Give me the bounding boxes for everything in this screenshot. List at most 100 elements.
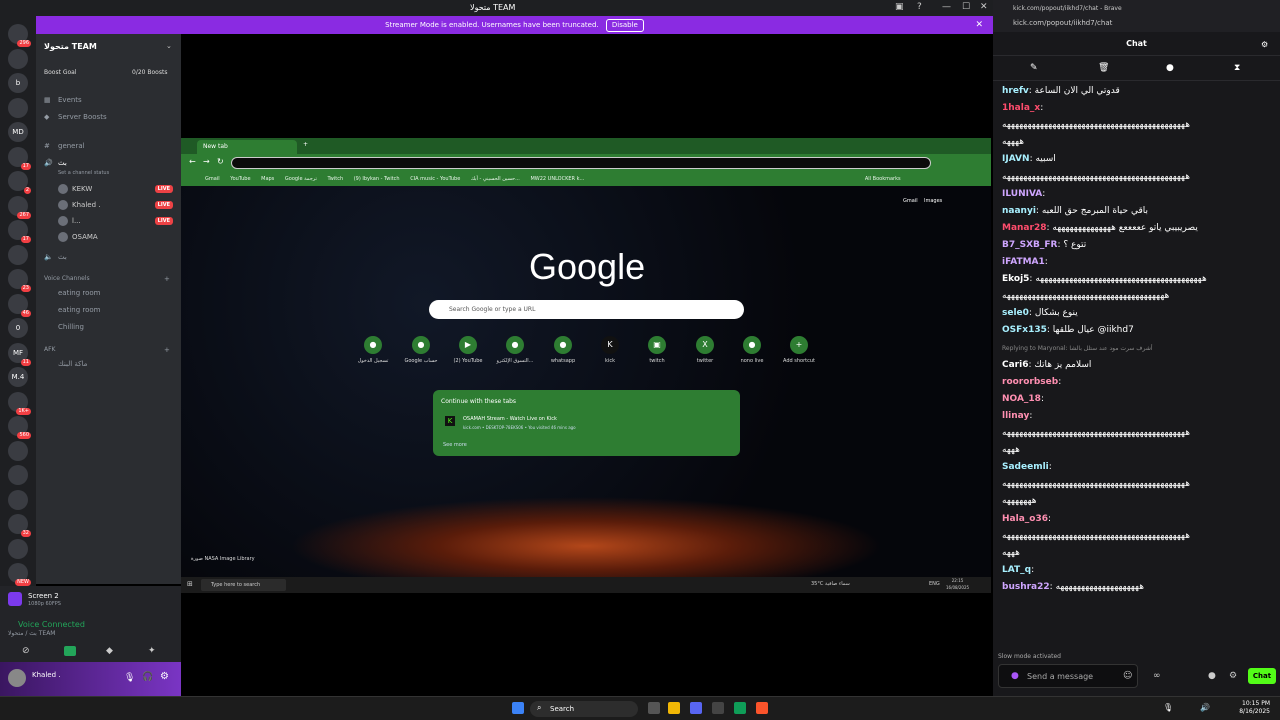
voice-channel[interactable]: eating room [58, 289, 101, 297]
chat-message[interactable]: Ekoj5: ههههههههههههههههههههههههههههههههه… [1002, 274, 1272, 284]
chevron-down-icon[interactable]: ⌄ [166, 42, 172, 50]
chat-message[interactable]: هههه [1002, 445, 1272, 455]
camera-off-icon[interactable]: ⊘ [22, 646, 36, 656]
shortcut[interactable]: ● nono live [732, 336, 772, 364]
add-channel-icon[interactable]: + [164, 346, 170, 354]
shortcut[interactable]: ▣ twitch [637, 336, 677, 364]
continue-item[interactable]: OSAMAH Stream - Watch Live on Kick [463, 416, 557, 422]
volume-icon[interactable]: 🔊 [1200, 703, 1210, 712]
image-credit[interactable]: صورة NASA Image Library [191, 556, 255, 562]
server-icon[interactable]: MF 11 [8, 342, 31, 366]
forward-icon[interactable]: → [203, 157, 210, 166]
shortcut[interactable]: ● التسوق الإلكترو... [495, 336, 535, 364]
disable-button[interactable]: Disable [605, 19, 644, 32]
close-icon[interactable]: ✕ [980, 2, 988, 12]
chat-username[interactable]: Hala_o36 [1002, 514, 1048, 524]
chat-message[interactable]: ILUNIVA: [1002, 189, 1272, 199]
chat-message[interactable]: NOA_18: [1002, 394, 1272, 404]
app-icon[interactable] [712, 702, 724, 714]
afk-category[interactable]: AFK [44, 346, 56, 353]
server-icon[interactable] [8, 97, 28, 118]
chat-message[interactable]: Hala_o36: [1002, 514, 1272, 524]
chat-message[interactable]: Cari6: اسلامم يز هاتك [1002, 360, 1272, 370]
server-icon[interactable] [8, 48, 28, 69]
member-row[interactable]: KEKW [58, 184, 92, 194]
chat-username[interactable]: NOA_18 [1002, 394, 1041, 404]
server-icon[interactable]: 0 [8, 318, 28, 338]
back-icon[interactable]: ← [189, 157, 196, 166]
chat-message[interactable]: hrefv: قدوتي الي الان الساعة [1002, 86, 1272, 96]
shortcut[interactable]: ● whatsapp [543, 336, 583, 364]
bookmark[interactable]: Maps [261, 172, 274, 186]
all-bookmarks[interactable]: All Bookmarks [865, 172, 901, 186]
chat-message[interactable]: roororbseb: [1002, 377, 1272, 387]
voice-channel[interactable]: Chilling [58, 323, 84, 331]
chat-username[interactable]: bushra22 [1002, 582, 1050, 592]
send-chat-button[interactable]: Chat [1248, 668, 1276, 684]
discord-icon[interactable] [690, 702, 702, 714]
chat-username[interactable]: hrefv [1002, 86, 1029, 96]
close-banner-icon[interactable]: ✕ [975, 16, 983, 34]
events-link[interactable]: Events [58, 96, 82, 104]
username[interactable]: Khaled . [32, 671, 60, 679]
chat-message[interactable]: هههههههه [1002, 496, 1272, 506]
mic-icon[interactable]: 🎙 [1163, 703, 1173, 712]
chat-message[interactable]: Replying to Maryonal: أشرف سرت مود عند س… [1002, 343, 1272, 353]
bookmark[interactable]: Gmail [205, 172, 220, 186]
server-icon[interactable]: 1K+ [8, 391, 31, 415]
bookmark[interactable]: MW22 UNLOCKER k... [530, 172, 584, 186]
server-icon[interactable]: M.4 [8, 367, 28, 387]
server-icon[interactable]: 2 [8, 171, 31, 194]
chat-username[interactable]: naanyi [1002, 206, 1036, 216]
chat-message[interactable]: هههه [1002, 548, 1272, 558]
help-icon[interactable]: ? [917, 2, 922, 12]
start-icon[interactable] [512, 702, 524, 714]
emoji-icon[interactable]: ☺ [1123, 671, 1132, 681]
chat-username[interactable]: iFATMA1 [1002, 257, 1045, 267]
pin-icon[interactable]: ✎ [1030, 63, 1038, 73]
bookmark[interactable]: Google ترجمة [285, 172, 317, 186]
shortcut[interactable]: Xtwitter [685, 336, 725, 364]
server-icon[interactable]: 23 [8, 269, 31, 292]
server-icon[interactable]: NEW [8, 563, 31, 586]
chat-message[interactable]: هههههههههههههههههههههههههههههههههههههههه… [1002, 531, 1272, 541]
remote-search[interactable]: Type here to search [201, 579, 286, 591]
user-settings-icon[interactable]: ⚙ [1261, 40, 1268, 49]
chat-username[interactable]: roororbseb [1002, 377, 1058, 387]
tab-new-tab[interactable]: New tab [197, 140, 297, 154]
server-boosts-link[interactable]: Server Boosts [58, 113, 107, 121]
voice-channel[interactable]: بث [58, 253, 67, 261]
chat-message[interactable]: LAT_q: [1002, 565, 1272, 575]
brave-icon[interactable] [756, 702, 768, 714]
chat-username[interactable]: B7_SXB_FR [1002, 240, 1057, 250]
taskbar-search[interactable]: Search [530, 701, 638, 717]
bookmark[interactable]: YouTube [230, 172, 250, 186]
activity-icon[interactable]: ◆ [106, 646, 113, 656]
server-icon[interactable] [8, 244, 28, 265]
chat-message[interactable]: bushra22: ههههههههههههههههههههه [1002, 582, 1272, 592]
chat-username[interactable]: IJAVN [1002, 154, 1030, 164]
chrome-icon[interactable] [734, 702, 746, 714]
server-name[interactable]: متحولا TEAM [44, 42, 97, 51]
afk-channel[interactable]: ماكة البنك [58, 360, 87, 368]
gear-icon[interactable]: ⚙ [1229, 671, 1237, 681]
images-link[interactable]: Images [924, 198, 942, 204]
chat-message[interactable]: 1hala_x: [1002, 103, 1272, 113]
headphones-icon[interactable]: 🎧 [142, 672, 153, 682]
hourglass-icon[interactable]: ⧗ [1234, 63, 1240, 73]
chat-input[interactable]: Send a message [998, 664, 1138, 688]
server-icon[interactable]: 296 [8, 24, 31, 47]
set-channel-status[interactable]: Set a channel status [58, 170, 109, 176]
server-icon[interactable] [8, 440, 28, 461]
chat-username[interactable]: sele0 [1002, 308, 1029, 318]
server-icon[interactable]: 267 [8, 195, 31, 219]
minimize-icon[interactable]: — [942, 2, 951, 12]
search-input[interactable]: Search Google or type a URL [429, 300, 744, 319]
chat-message[interactable]: هههههههههههههههههههههههههههههههههههههههه… [1002, 120, 1272, 130]
chat-username[interactable]: OSFx135 [1002, 325, 1047, 335]
windows-icon[interactable]: ⊞ [187, 580, 193, 588]
gear-icon[interactable]: ⚙ [160, 671, 169, 682]
chat-message[interactable]: هههههههههههههههههههههههههههههههههههههههه… [1002, 479, 1272, 489]
chat-message[interactable]: Sadeemli: [1002, 462, 1272, 472]
chat-username[interactable]: 1hala_x [1002, 103, 1040, 113]
